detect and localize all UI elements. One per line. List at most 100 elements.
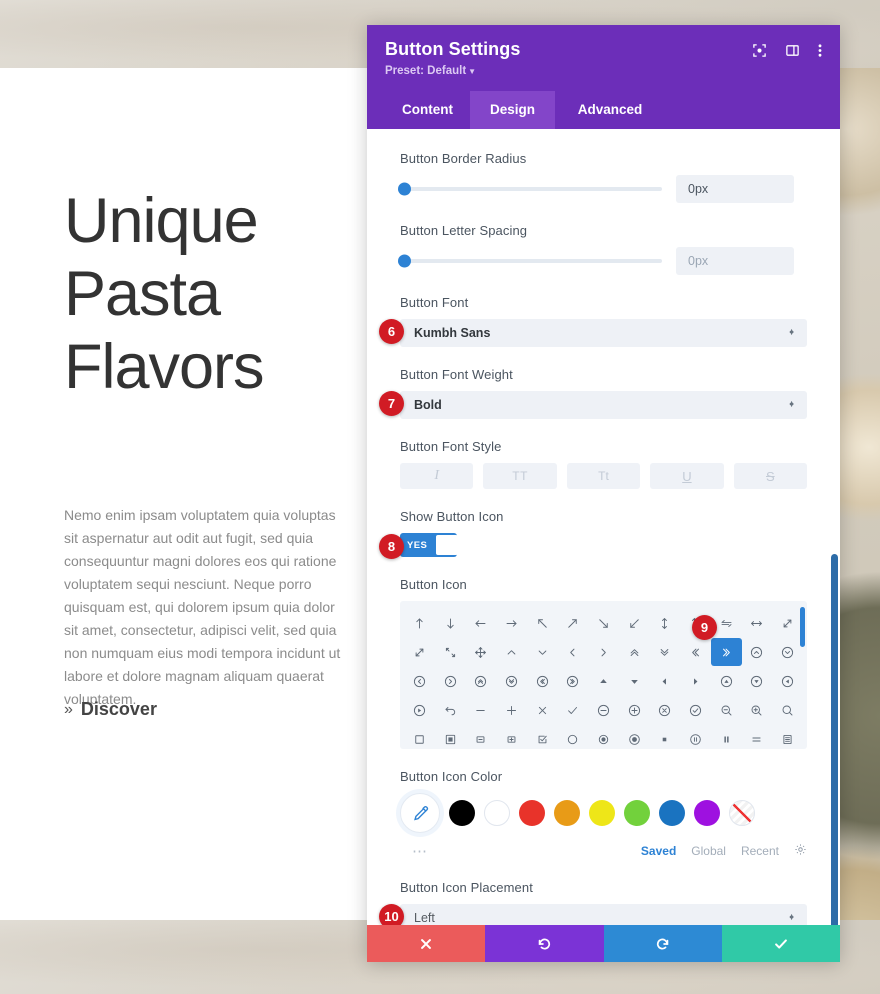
square-filled-inset-icon[interactable] <box>435 725 466 749</box>
color-tab-global[interactable]: Global <box>691 844 726 858</box>
arrow-left-icon[interactable] <box>465 609 496 637</box>
redo-button[interactable] <box>603 925 722 962</box>
triangle-up-icon[interactable] <box>588 667 619 695</box>
font-style-capitalize-button[interactable]: Tt <box>566 463 641 489</box>
circle-chevron-left-icon[interactable] <box>404 667 435 695</box>
font-style-strikethrough-button[interactable]: S <box>733 463 808 489</box>
arrow-up-left-icon[interactable] <box>527 609 558 637</box>
swatch-purple[interactable] <box>694 800 720 826</box>
radio-selected-icon[interactable] <box>588 725 619 749</box>
close-x-icon[interactable] <box>527 696 558 724</box>
color-tab-saved[interactable]: Saved <box>641 844 676 858</box>
triangle-right-icon[interactable] <box>680 667 711 695</box>
undo-button[interactable] <box>485 925 604 962</box>
button-icon-picker[interactable] <box>400 601 807 749</box>
save-button[interactable] <box>721 925 840 962</box>
circle-chevron-up-icon[interactable] <box>742 638 773 666</box>
zoom-in-icon[interactable] <box>742 696 773 724</box>
icon-grid-scrollbar[interactable] <box>800 607 805 647</box>
swatch-blue[interactable] <box>659 800 685 826</box>
discover-button[interactable]: » Discover <box>64 699 157 720</box>
button-font-select[interactable]: Kumbh Sans ▲ ▼ <box>400 319 807 347</box>
button-icon-placement-select[interactable]: Left ▲ ▼ <box>400 904 807 925</box>
arrows-move-icon[interactable] <box>465 638 496 666</box>
arrows-expand-icon[interactable] <box>435 638 466 666</box>
chevron-down-icon[interactable] <box>527 638 558 666</box>
circle-minus-icon[interactable] <box>588 696 619 724</box>
kebab-menu-icon[interactable] <box>818 43 822 58</box>
square-minus-icon[interactable] <box>465 725 496 749</box>
letter-spacing-input[interactable]: 0px <box>676 247 794 275</box>
tab-design[interactable]: Design <box>470 91 555 129</box>
circle-triangle-down-icon[interactable] <box>742 667 773 695</box>
tab-advanced[interactable]: Advanced <box>555 91 665 129</box>
tab-content[interactable]: Content <box>385 91 470 129</box>
chevron-up-icon[interactable] <box>496 638 527 666</box>
chevrons-left-icon[interactable] <box>680 638 711 666</box>
pause-icon[interactable] <box>711 725 742 749</box>
zoom-out-icon[interactable] <box>711 696 742 724</box>
swatch-red[interactable] <box>519 800 545 826</box>
eyedropper-icon[interactable] <box>400 793 440 833</box>
font-style-underline-button[interactable]: U <box>650 463 724 489</box>
circle-plus-icon[interactable] <box>619 696 650 724</box>
circle-pause-icon[interactable] <box>680 725 711 749</box>
menu-lines-icon[interactable] <box>742 725 773 749</box>
letter-spacing-slider-knob[interactable] <box>398 254 411 268</box>
modal-scrollbar[interactable] <box>831 554 838 925</box>
double-chevron-right-icon-selected[interactable] <box>710 638 742 666</box>
focus-target-icon[interactable] <box>752 43 767 58</box>
border-radius-input[interactable]: 0px <box>676 175 794 203</box>
circle-chevrons-left-icon[interactable] <box>527 667 558 695</box>
swatch-transparent[interactable] <box>729 800 755 826</box>
undo-arrow-icon[interactable] <box>435 696 466 724</box>
swatch-black[interactable] <box>449 800 475 826</box>
plus-icon[interactable] <box>496 696 527 724</box>
circle-outline-icon[interactable] <box>557 725 588 749</box>
chevrons-up-icon[interactable] <box>619 638 650 666</box>
chevrons-down-icon[interactable] <box>650 638 681 666</box>
check-icon[interactable] <box>557 696 588 724</box>
letter-spacing-slider[interactable] <box>398 254 662 268</box>
circle-chevrons-up-icon[interactable] <box>465 667 496 695</box>
swatch-white[interactable] <box>484 800 510 826</box>
circle-triangle-left-icon[interactable] <box>772 667 803 695</box>
arrow-resize-nwse-icon[interactable] <box>772 609 803 637</box>
square-outline-icon[interactable] <box>404 725 435 749</box>
button-font-weight-select[interactable]: Bold ▲ ▼ <box>400 391 807 419</box>
gear-icon[interactable] <box>794 843 807 859</box>
border-radius-slider-knob[interactable] <box>398 182 411 196</box>
circle-chevron-down-icon[interactable] <box>772 638 803 666</box>
arrow-down-right-icon[interactable] <box>588 609 619 637</box>
color-tab-recent[interactable]: Recent <box>741 844 779 858</box>
show-button-icon-toggle[interactable]: YES <box>400 533 457 557</box>
chevron-right-icon[interactable] <box>588 638 619 666</box>
font-style-italic-button[interactable]: I <box>400 463 474 489</box>
circle-chevrons-right-icon[interactable] <box>557 667 588 695</box>
arrows-left-right-icon[interactable] <box>742 609 773 637</box>
arrow-down-icon[interactable] <box>435 609 466 637</box>
minus-icon[interactable] <box>465 696 496 724</box>
cancel-button[interactable] <box>367 925 486 962</box>
circle-chevrons-down-icon[interactable] <box>496 667 527 695</box>
circle-chevron-right-icon[interactable] <box>435 667 466 695</box>
arrow-up-right-icon[interactable] <box>557 609 588 637</box>
swatch-green[interactable] <box>624 800 650 826</box>
triangle-left-icon[interactable] <box>650 667 681 695</box>
swatch-yellow[interactable] <box>589 800 615 826</box>
square-small-filled-icon[interactable] <box>650 725 681 749</box>
chevron-left-icon[interactable] <box>557 638 588 666</box>
magnifier-icon[interactable] <box>772 696 803 724</box>
arrows-vertical-icon[interactable] <box>650 609 681 637</box>
arrow-right-icon[interactable] <box>496 609 527 637</box>
ellipsis-icon[interactable]: ⋯ <box>400 842 429 860</box>
arrow-resize-nesw-icon[interactable] <box>404 638 435 666</box>
arrow-down-left-icon[interactable] <box>619 609 650 637</box>
font-style-uppercase-button[interactable]: TT <box>483 463 557 489</box>
square-plus-icon[interactable] <box>496 725 527 749</box>
document-lines-icon[interactable] <box>772 725 803 749</box>
checkbox-checked-icon[interactable] <box>527 725 558 749</box>
circle-dot-filled-icon[interactable] <box>619 725 650 749</box>
circle-x-icon[interactable] <box>650 696 681 724</box>
border-radius-slider[interactable] <box>398 182 662 196</box>
